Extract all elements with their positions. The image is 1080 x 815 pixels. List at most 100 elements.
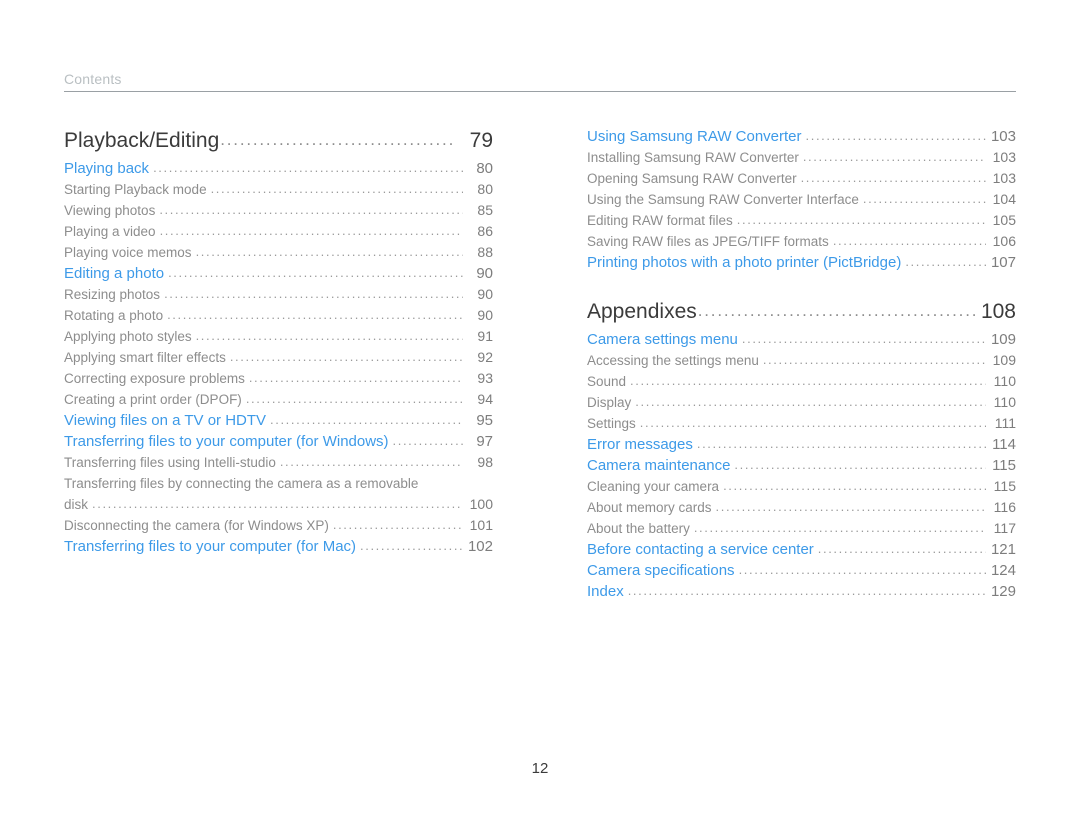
toc-entry-page-number: 103: [990, 128, 1016, 145]
toc-entry-creating-a-print-order-dpof[interactable]: Creating a print order (DPOF)...........…: [64, 389, 493, 410]
toc-entry-viewing-photos[interactable]: Viewing photos..........................…: [64, 200, 493, 221]
toc-entry-title: Playback/Editing: [64, 129, 220, 152]
toc-entry-title: Applying smart filter effects: [64, 350, 226, 365]
toc-entry-page-number: 79: [469, 129, 493, 152]
toc-columns: Playback/Editing........................…: [64, 126, 1016, 602]
toc-entry-page-number: 93: [477, 370, 493, 386]
toc-entry-saving-raw-files-as-jpeg-tiff-formats[interactable]: Saving RAW files as JPEG/TIFF formats...…: [587, 231, 1016, 252]
toc-entry-title: Editing RAW format files: [587, 213, 733, 228]
toc-entry-index[interactable]: Index...................................…: [587, 581, 1016, 602]
toc-entry-title: Resizing photos: [64, 287, 161, 302]
toc-entry-page-number: 109: [992, 352, 1016, 368]
toc-entry-editing-a-photo[interactable]: Editing a photo.........................…: [64, 263, 493, 284]
toc-entry-title: Opening Samsung RAW Converter: [587, 171, 797, 186]
toc-entry-resizing-photos[interactable]: Resizing photos.........................…: [64, 284, 493, 305]
toc-leader-dots: ........................................…: [639, 415, 986, 430]
toc-entry-title: Playing a video: [64, 224, 156, 239]
toc-entry-page-number: 117: [993, 520, 1016, 536]
toc-leader-dots: ........................................…: [332, 517, 463, 532]
toc-leader-dots: ........................................…: [693, 520, 986, 535]
toc-entry-installing-samsung-raw-converter[interactable]: Installing Samsung RAW Converter........…: [587, 147, 1016, 168]
toc-entry-page-number: 129: [990, 583, 1016, 600]
toc-entry-about-memory-cards[interactable]: About memory cards......................…: [587, 497, 1016, 518]
toc-entry-correcting-exposure-problems[interactable]: Correcting exposure problems............…: [64, 368, 493, 389]
toc-entry-transferring-files-to-your-computer-for-mac[interactable]: Transferring files to your computer (for…: [64, 536, 493, 557]
toc-entry-cleaning-your-camera[interactable]: Cleaning your camera....................…: [587, 476, 1016, 497]
toc-entry-applying-photo-styles[interactable]: Applying photo styles...................…: [64, 326, 493, 347]
toc-leader-dots: ........................................…: [270, 412, 463, 427]
toc-entry-settings[interactable]: Settings................................…: [587, 413, 1016, 434]
toc-entry-error-messages[interactable]: Error messages..........................…: [587, 434, 1016, 455]
toc-entry-display[interactable]: Display.................................…: [587, 392, 1016, 413]
toc-entry-applying-smart-filter-effects[interactable]: Applying smart filter effects...........…: [64, 347, 493, 368]
toc-leader-dots: ........................................…: [220, 130, 456, 149]
toc-entry-playing-a-video[interactable]: Playing a video.........................…: [64, 221, 493, 242]
toc-entry-page-number: 109: [990, 331, 1016, 348]
toc-leader-dots: ........................................…: [762, 352, 986, 367]
toc-entry-rotating-a-photo[interactable]: Rotating a photo........................…: [64, 305, 493, 326]
toc-leader-dots: ........................................…: [723, 478, 986, 493]
toc-entry-transferring-files-to-your-computer-for-windows[interactable]: Transferring files to your computer (for…: [64, 431, 493, 452]
toc-leader-dots: ........................................…: [168, 265, 463, 280]
toc-entry-title: Settings: [587, 416, 636, 431]
toc-leader-dots: ........................................…: [210, 181, 463, 196]
toc-entry-title: Playing voice memos: [64, 245, 192, 260]
toc-leader-dots: ........................................…: [92, 496, 463, 511]
toc-entry-before-contacting-a-service-center[interactable]: Before contacting a service center......…: [587, 539, 1016, 560]
toc-entry-camera-maintenance[interactable]: Camera maintenance......................…: [587, 455, 1016, 476]
toc-entry-page-number: 90: [477, 286, 493, 302]
toc-entry-printing-photos-with-a-photo-printer-pictbridge[interactable]: Printing photos with a photo printer (Pi…: [587, 252, 1016, 273]
toc-entry-disconnecting-the-camera-for-windows-xp[interactable]: Disconnecting the camera (for Windows XP…: [64, 515, 493, 536]
toc-leader-dots: ........................................…: [734, 457, 986, 472]
toc-entry-page-number: 103: [992, 170, 1016, 186]
toc-entry-title: Playing back: [64, 160, 150, 177]
toc-entry-page-number: 100: [469, 496, 493, 512]
toc-entry-playing-voice-memos[interactable]: Playing voice memos.....................…: [64, 242, 493, 263]
toc-leader-dots: ........................................…: [802, 149, 986, 164]
toc-entry-viewing-files-on-a-tv-or-hdtv[interactable]: Viewing files on a TV or HDTV...........…: [64, 410, 493, 431]
toc-entry-page-number: 85: [477, 202, 493, 218]
toc-leader-dots: ........................................…: [630, 373, 986, 388]
toc-entry-page-number: 115: [992, 457, 1016, 474]
toc-entry-page-number: 88: [477, 244, 493, 260]
toc-entry-continuation[interactable]: disk....................................…: [64, 494, 493, 515]
toc-entry-accessing-the-settings-menu[interactable]: Accessing the settings menu.............…: [587, 350, 1016, 371]
toc-leader-dots: ........................................…: [715, 499, 986, 514]
toc-leader-dots: ........................................…: [738, 562, 986, 577]
toc-entry-using-the-samsung-raw-converter-interface[interactable]: Using the Samsung RAW Converter Interfac…: [587, 189, 1016, 210]
toc-entry-transferring-files-by-connecting-the-camera-as-a[interactable]: Transferring files by connecting the cam…: [64, 473, 493, 515]
toc-entry-editing-raw-format-files[interactable]: Editing RAW format files................…: [587, 210, 1016, 231]
toc-entry-camera-settings-menu[interactable]: Camera settings menu....................…: [587, 329, 1016, 350]
toc-entry-page-number: 98: [477, 454, 493, 470]
toc-entry-page-number: 80: [476, 160, 493, 177]
toc-entry-using-samsung-raw-converter[interactable]: Using Samsung RAW Converter.............…: [587, 126, 1016, 147]
toc-entry-page-number: 121: [990, 541, 1016, 558]
toc-entry-page-number: 115: [993, 478, 1016, 494]
toc-entry-about-the-battery[interactable]: About the battery.......................…: [587, 518, 1016, 539]
toc-leader-dots: ........................................…: [153, 160, 463, 175]
toc-entry-transferring-files-using-intelli-studio[interactable]: Transferring files using Intelli-studio.…: [64, 452, 493, 473]
toc-entry-title: Sound: [587, 374, 627, 389]
toc-leader-dots: ........................................…: [159, 223, 463, 238]
toc-entry-camera-specifications[interactable]: Camera specifications...................…: [587, 560, 1016, 581]
toc-entry-page-number: 90: [476, 265, 493, 282]
toc-entry-sound[interactable]: Sound...................................…: [587, 371, 1016, 392]
toc-entry-title: Camera settings menu: [587, 331, 738, 348]
toc-left-column: Playback/Editing........................…: [64, 126, 493, 602]
toc-entry-title: Before contacting a service center: [587, 541, 814, 558]
toc-entry-page-number: 105: [992, 212, 1016, 228]
toc-entry-title: Viewing files on a TV or HDTV: [64, 412, 267, 429]
toc-entry-title: disk: [64, 497, 89, 512]
toc-entry-playing-back[interactable]: Playing back............................…: [64, 158, 493, 179]
toc-entry-playback-editing[interactable]: Playback/Editing........................…: [64, 126, 493, 156]
toc-entry-opening-samsung-raw-converter[interactable]: Opening Samsung RAW Converter...........…: [587, 168, 1016, 189]
toc-entry-page-number: 107: [990, 254, 1016, 271]
toc-leader-dots: ........................................…: [736, 212, 986, 227]
toc-entry-page-number: 80: [477, 181, 493, 197]
toc-entry-title: Printing photos with a photo printer (Pi…: [587, 254, 902, 271]
toc-entry-starting-playback-mode[interactable]: Starting Playback mode..................…: [64, 179, 493, 200]
toc-entry-appendixes[interactable]: Appendixes..............................…: [587, 297, 1016, 327]
page-number: 12: [531, 760, 549, 777]
toc-entry-title: Viewing photos: [64, 203, 156, 218]
